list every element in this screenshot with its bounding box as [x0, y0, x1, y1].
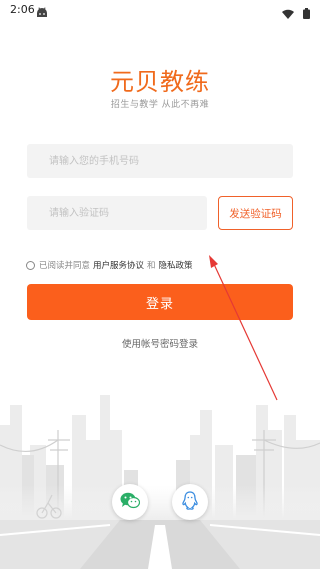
wifi-icon: [282, 4, 294, 23]
password-login-link[interactable]: 使用帐号密码登录: [0, 336, 320, 350]
agreement-row: 已阅读并同意 用户服务协议 和 隐私政策: [26, 259, 193, 271]
wechat-login-button[interactable]: [112, 484, 148, 520]
agreement-checkbox[interactable]: [26, 260, 35, 270]
phone-number-input[interactable]: [27, 144, 293, 178]
qq-login-button[interactable]: [172, 484, 208, 520]
android-notification-icon: [36, 3, 48, 22]
app-subtitle: 招生与教学 从此不再难: [110, 100, 210, 110]
status-time: 2:06: [10, 3, 35, 16]
send-code-button[interactable]: 发送验证码: [218, 196, 293, 230]
user-agreement-link[interactable]: 用户服务协议: [93, 259, 144, 271]
city-illustration: [0, 395, 320, 569]
login-button[interactable]: 登录: [27, 284, 293, 320]
agreement-conjunction: 和: [147, 261, 156, 271]
app-title: 元贝教练: [110, 68, 210, 96]
qq-icon: [182, 490, 198, 514]
verification-code-input[interactable]: [27, 196, 207, 230]
battery-icon: [303, 4, 310, 23]
agreement-prefix: 已阅读并同意: [39, 261, 91, 271]
wechat-icon: [120, 492, 141, 513]
status-bar: 2:06: [0, 0, 320, 20]
privacy-policy-link[interactable]: 隐私政策: [159, 259, 193, 271]
